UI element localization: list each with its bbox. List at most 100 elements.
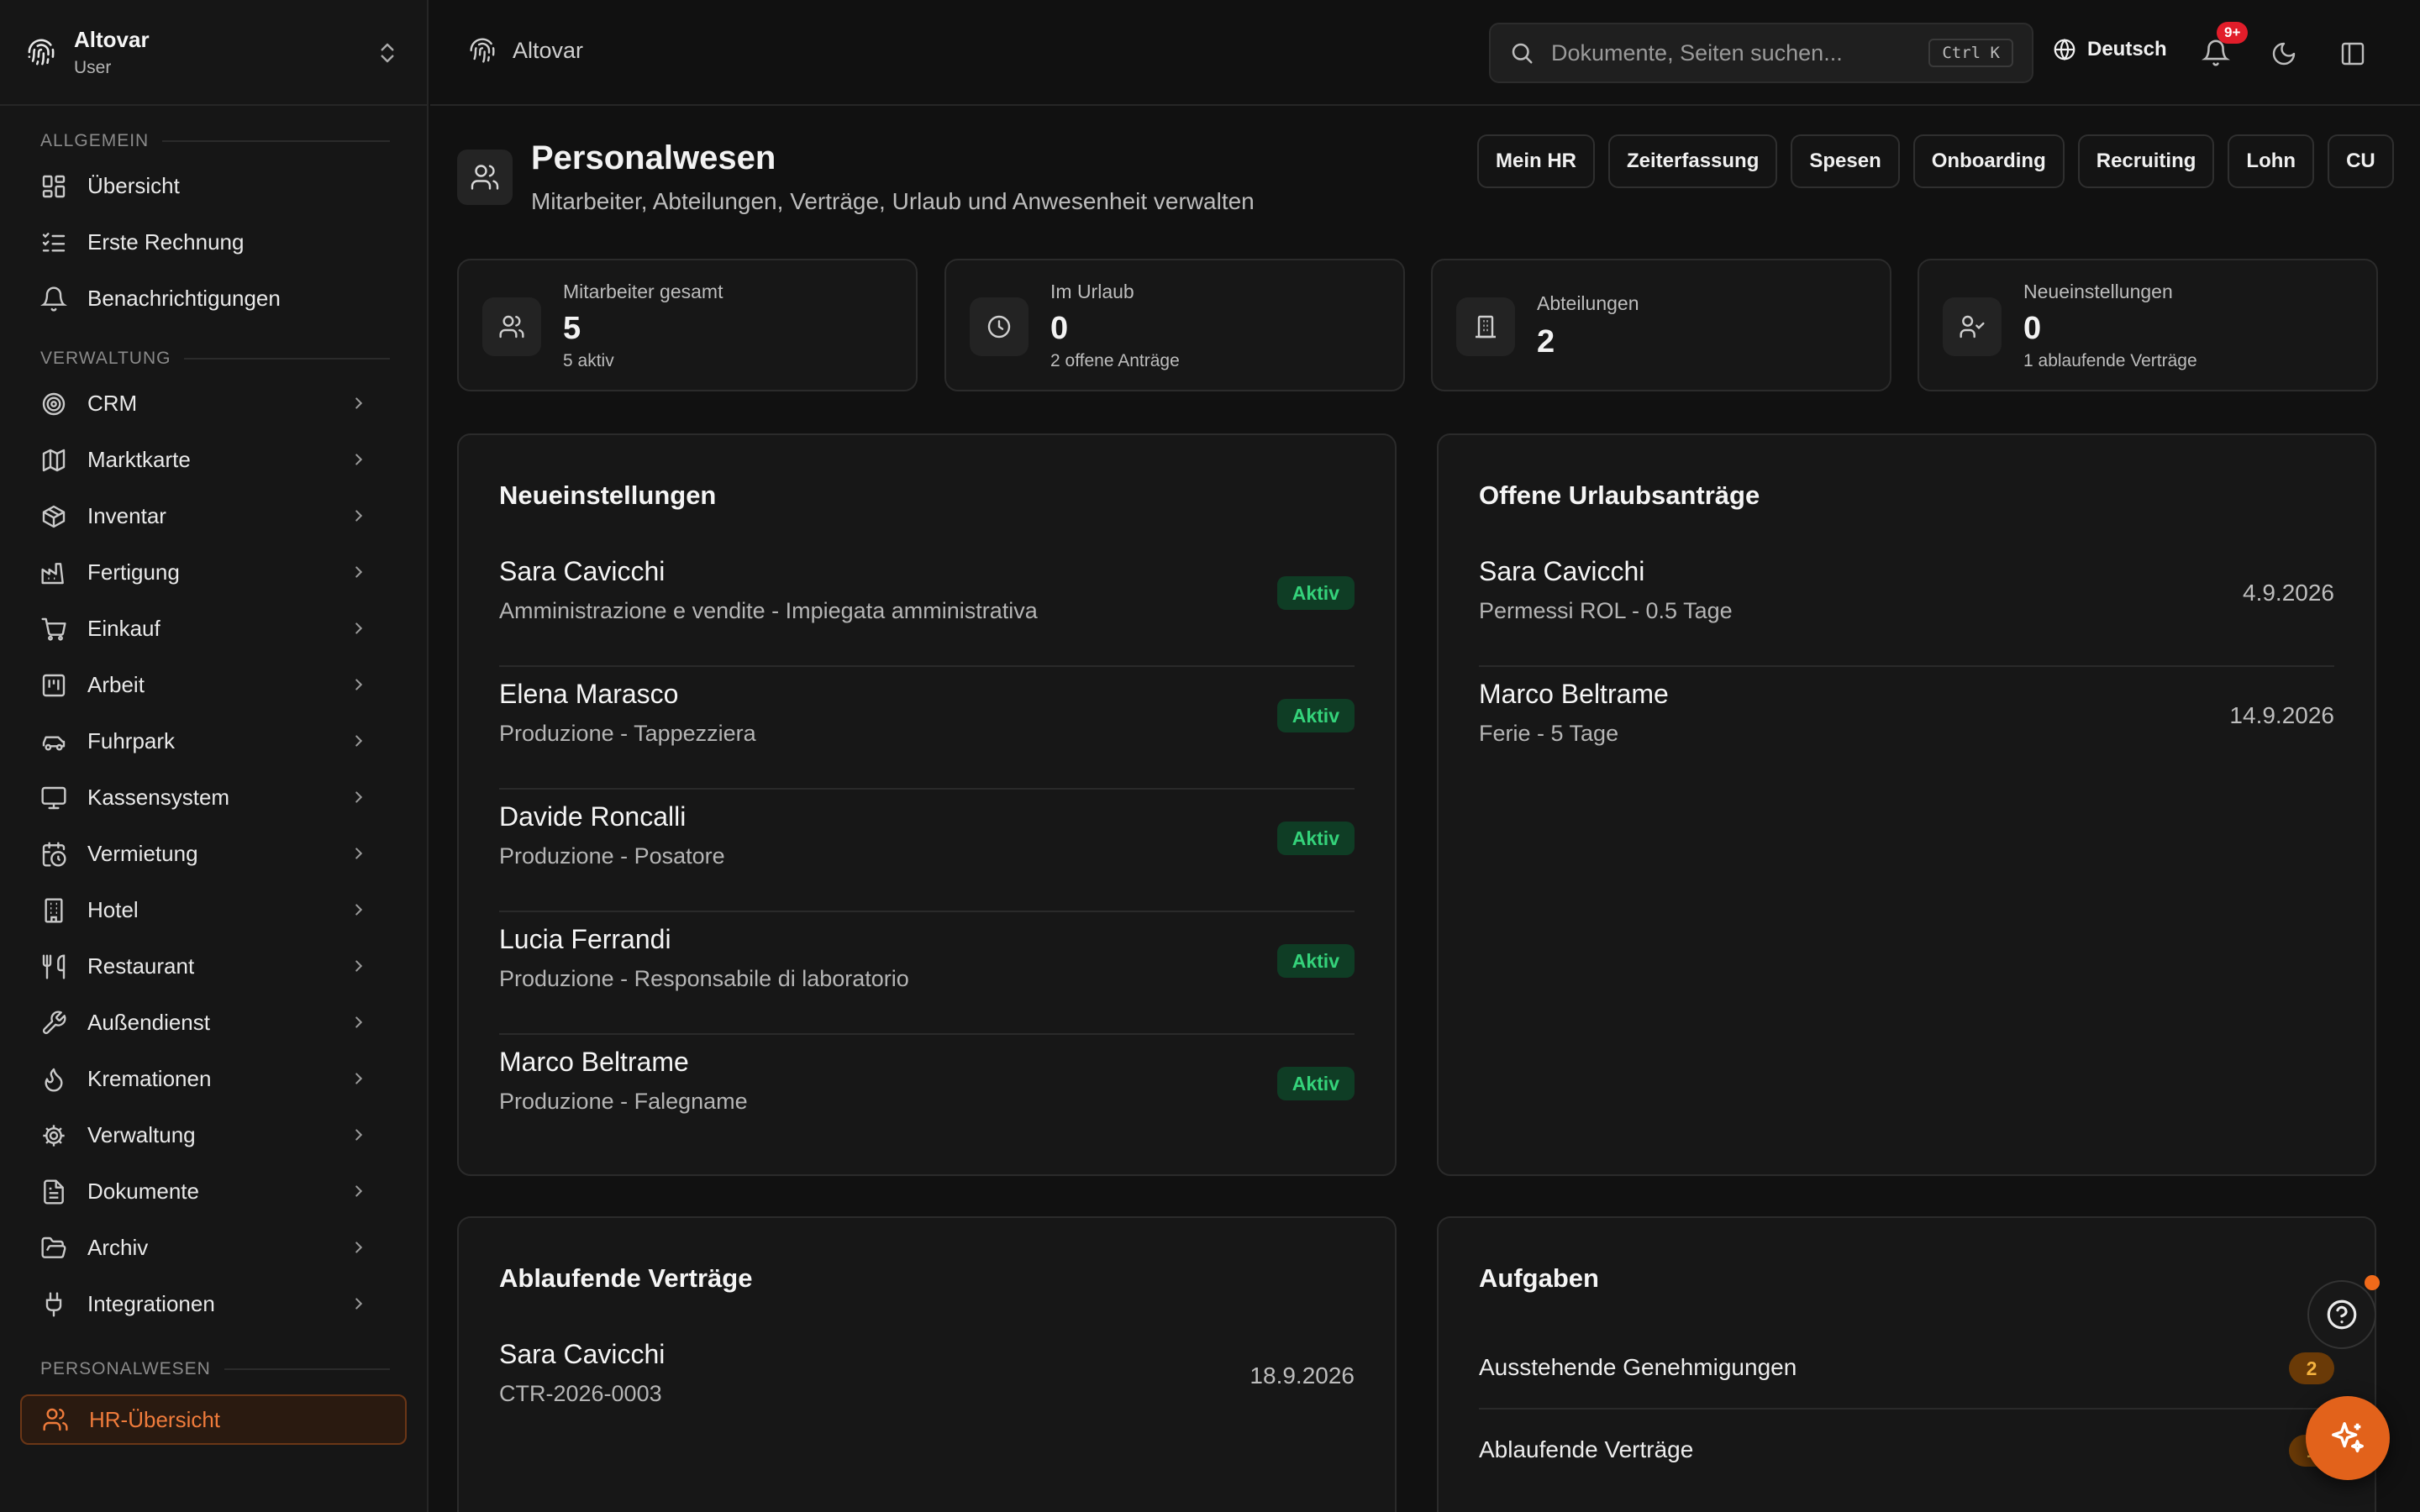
chevron-right-icon [350, 788, 368, 806]
workspace-switcher[interactable]: Altovar User [0, 0, 427, 106]
stat-card-departments: Abteilungen 2 [1431, 259, 1891, 391]
stat-value: 0 [1050, 311, 1069, 346]
nav-section-label: PERSONALWESEN [40, 1359, 211, 1378]
cart-icon [40, 616, 67, 643]
chevron-right-icon [350, 1069, 368, 1088]
list-item[interactable]: Davide Roncalli Produzione - Posatore Ak… [499, 790, 1355, 912]
target-icon [40, 391, 67, 417]
task-count-badge: 2 [2289, 1352, 2334, 1384]
breadcrumb[interactable]: Altovar [469, 37, 583, 64]
sidebar-item-label: HR-Übersicht [89, 1406, 221, 1432]
sidebar-item-documents[interactable]: Dokumente [0, 1163, 427, 1220]
sidebar-item-label: Einkauf [87, 616, 160, 641]
employee-name: Elena Marasco [499, 679, 679, 709]
sidebar-item-rental[interactable]: Vermietung [0, 826, 427, 882]
card-title: Ablaufende Verträge [499, 1263, 753, 1293]
sidebar-item-integrations[interactable]: Integrationen [0, 1276, 427, 1332]
sidebar-item-inventory[interactable]: Inventar [0, 488, 427, 544]
tab-time-tracking[interactable]: Zeiterfassung [1608, 134, 1778, 188]
help-button[interactable] [2307, 1280, 2376, 1349]
sidebar-item-fleet[interactable]: Fuhrpark [0, 713, 427, 769]
stat-card-on-leave: Im Urlaub 0 2 offene Anträge [944, 259, 1405, 391]
ai-assistant-button[interactable] [2306, 1396, 2390, 1480]
sidebar-item-label: Marktkarte [87, 447, 191, 472]
sidebar-item-pos[interactable]: Kassensystem [0, 769, 427, 826]
tab-cu[interactable]: CU [2328, 134, 2394, 188]
sidebar-item-hr-overview[interactable]: HR-Übersicht [20, 1394, 407, 1445]
contract-end-date: 18.9.2026 [1249, 1362, 1355, 1389]
leave-date: 14.9.2026 [2229, 702, 2334, 728]
employee-detail: Produzione - Posatore [499, 843, 725, 869]
list-item[interactable]: Lucia Ferrandi Produzione - Responsabile… [499, 912, 1355, 1035]
users-icon [457, 150, 513, 205]
car-icon [40, 728, 67, 755]
folder-open-icon [40, 1235, 67, 1262]
tab-payroll[interactable]: Lohn [2228, 134, 2315, 188]
list-item[interactable]: Sara Cavicchi Amministrazione e vendite … [499, 544, 1355, 667]
tab-recruiting[interactable]: Recruiting [2077, 134, 2215, 188]
sidebar-item-overview[interactable]: Übersicht [0, 158, 427, 214]
hr-tabs: Mein HR Zeiterfassung Spesen Onboarding … [1477, 134, 2394, 188]
task-item[interactable]: Ablaufende Verträge 1 [1479, 1410, 2334, 1492]
task-item[interactable]: Ausstehende Genehmigungen 2 [1479, 1327, 2334, 1410]
chevrons-up-down-icon [375, 39, 400, 67]
stat-label: Im Urlaub [1050, 281, 1134, 302]
sidebar-item-restaurant[interactable]: Restaurant [0, 938, 427, 995]
user-role: User [74, 57, 112, 77]
leave-detail: Ferie - 5 Tage [1479, 721, 1619, 746]
sidebar-item-hotel[interactable]: Hotel [0, 882, 427, 938]
tab-onboarding[interactable]: Onboarding [1912, 134, 2065, 188]
bell-icon [40, 286, 67, 312]
new-hires-card: Neueinstellungen Sara Cavicchi Amministr… [457, 433, 1397, 1176]
list-item[interactable]: Sara Cavicchi CTR-2026-0003 18.9.2026 [499, 1327, 1355, 1450]
sidebar-item-work[interactable]: Arbeit [0, 657, 427, 713]
tab-my-hr[interactable]: Mein HR [1477, 134, 1595, 188]
list-item[interactable]: Elena Marasco Produzione - Tappezziera A… [499, 667, 1355, 790]
sidebar-item-label: Integrationen [87, 1291, 215, 1316]
stat-subtext: 2 offene Anträge [1050, 351, 1180, 370]
wrench-icon [40, 1010, 67, 1037]
sidebar-item-label: Hotel [87, 897, 139, 922]
sidebar-item-label: Dokumente [87, 1179, 199, 1204]
theme-toggle-moon-icon[interactable] [2270, 40, 2297, 67]
sidebar-item-purchasing[interactable]: Einkauf [0, 601, 427, 657]
language-selector[interactable]: Deutsch [2052, 37, 2167, 62]
plug-icon [40, 1291, 67, 1318]
building-icon [40, 897, 67, 924]
sidebar-item-field-service[interactable]: Außendienst [0, 995, 427, 1051]
sidebar-item-notifications[interactable]: Benachrichtigungen [0, 270, 427, 327]
search-input[interactable]: Dokumente, Seiten suchen... Ctrl K [1489, 23, 2033, 83]
card-title: Aufgaben [1479, 1263, 1599, 1293]
sidebar-item-cremations[interactable]: Kremationen [0, 1051, 427, 1107]
employee-name: Sara Cavicchi [499, 1339, 666, 1369]
list-item[interactable]: Marco Beltrame Ferie - 5 Tage 14.9.2026 [1479, 667, 2334, 790]
sidebar-item-label: Archiv [87, 1235, 149, 1260]
tab-expenses[interactable]: Spesen [1791, 134, 1900, 188]
expiring-contracts-card: Ablaufende Verträge Sara Cavicchi CTR-20… [457, 1216, 1397, 1512]
sidebar-item-first-invoice[interactable]: Erste Rechnung [0, 214, 427, 270]
list-item[interactable]: Marco Beltrame Produzione - Falegname Ak… [499, 1035, 1355, 1158]
sidebar-item-market-map[interactable]: Marktkarte [0, 432, 427, 488]
chevron-right-icon [350, 900, 368, 919]
workspace-name: Altovar [74, 26, 150, 52]
search-placeholder: Dokumente, Seiten suchen... [1551, 39, 1843, 66]
sidebar-item-label: Restaurant [87, 953, 195, 979]
employee-detail: Amministrazione e vendite - Impiegata am… [499, 598, 1038, 623]
help-indicator-dot [2365, 1275, 2380, 1290]
list-item[interactable]: Sara Cavicchi Permessi ROL - 0.5 Tage 4.… [1479, 544, 2334, 667]
status-badge: Aktiv [1276, 699, 1355, 732]
stat-value: 0 [2023, 311, 2042, 346]
sidebar-item-archive[interactable]: Archiv [0, 1220, 427, 1276]
sidebar-item-manufacturing[interactable]: Fertigung [0, 544, 427, 601]
globe-icon [2052, 37, 2077, 62]
card-title: Offene Urlaubsanträge [1479, 480, 1760, 510]
sidebar-item-label: Kremationen [87, 1066, 212, 1091]
user-check-icon [1943, 297, 2002, 356]
toggle-panel-icon[interactable] [2339, 40, 2366, 67]
users-icon [42, 1406, 69, 1433]
sidebar-item-crm[interactable]: CRM [0, 375, 427, 432]
sidebar-item-administration[interactable]: Verwaltung [0, 1107, 427, 1163]
status-badge: Aktiv [1276, 822, 1355, 855]
stat-card-employees: Mitarbeiter gesamt 5 5 aktiv [457, 259, 918, 391]
sidebar-item-label: Erste Rechnung [87, 229, 245, 255]
